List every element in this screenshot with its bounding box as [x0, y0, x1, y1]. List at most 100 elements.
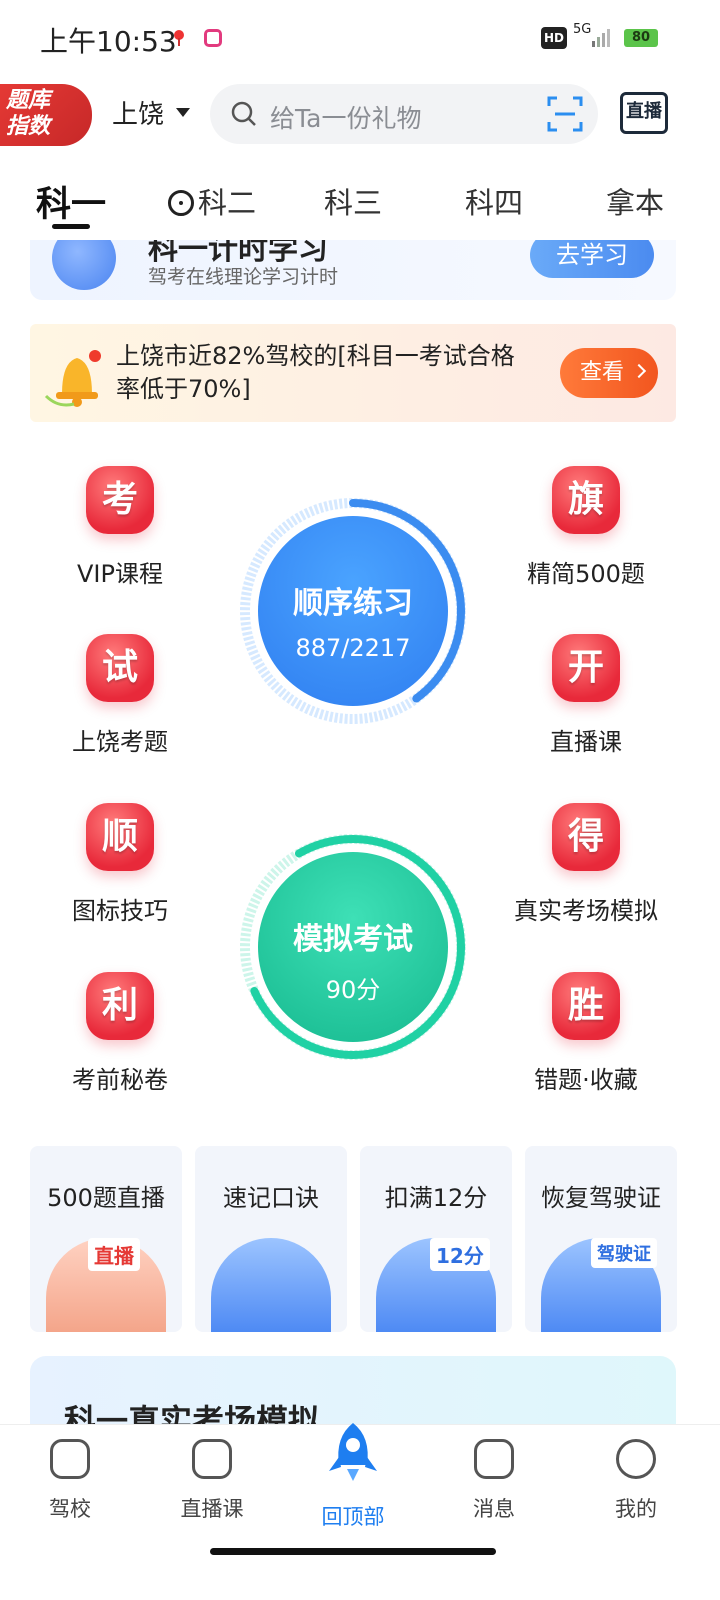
feature-label: VIP课程 [77, 560, 163, 588]
feature-vip-course[interactable]: 考 VIP课程 [30, 466, 210, 589]
tab-label: 驾校 [49, 1497, 91, 1521]
feature-label: 直播课 [550, 728, 622, 756]
scan-icon[interactable] [547, 96, 583, 132]
promo-title: 500题直播 [47, 1184, 165, 1212]
tab-get-license[interactable]: 拿本 [606, 180, 664, 222]
promo-tag: 驾驶证 [591, 1238, 657, 1268]
badge-shi-icon: 试 [86, 634, 154, 702]
feature-live-course[interactable]: 开 直播课 [496, 634, 676, 757]
feature-essential-500[interactable]: 旗 精简500题 [496, 466, 676, 589]
bell-icon [44, 350, 101, 407]
timer-icon [52, 240, 116, 290]
tab-subject-2-label: 科二 [198, 186, 257, 220]
promo-tag: 直播 [88, 1238, 140, 1271]
search-input[interactable]: 给Ta一份礼物 [270, 99, 421, 135]
question-bank-index-logo[interactable]: 题库 指数 [0, 84, 92, 146]
city-selector[interactable]: 上饶 [112, 94, 164, 131]
search-icon [231, 101, 256, 126]
tab-subject-2[interactable]: 科二 [168, 180, 256, 222]
feature-pre-exam-paper[interactable]: 利 考前秘卷 [30, 972, 210, 1095]
tab-label: 回顶部 [321, 1505, 385, 1529]
badge-kao-icon: 考 [86, 466, 154, 534]
active-tab-indicator [52, 224, 90, 229]
feature-label: 考前秘卷 [72, 1066, 168, 1094]
tab-subject-3[interactable]: 科三 [324, 180, 382, 222]
location-pin-icon [174, 30, 184, 46]
tv-icon [192, 1439, 232, 1479]
pass-rate-notice[interactable]: 上饶市近82%驾校的[科目一考试合格率低于70%] 查看 [30, 324, 676, 422]
sequential-practice-button[interactable]: 顺序练习 887/2217 [238, 496, 468, 726]
tab-subject-1[interactable]: 科一 [36, 176, 106, 227]
signal-icon [592, 29, 610, 47]
real-exam-sim-title: 科一真实考场模拟 [64, 1402, 321, 1426]
home-indicator[interactable] [210, 1548, 496, 1555]
tab-label: 消息 [473, 1497, 515, 1521]
search-bar[interactable]: 给Ta一份礼物 [210, 84, 598, 144]
tab-label: 直播课 [180, 1497, 244, 1521]
bottom-tab-bar: 驾校 直播课 回顶部 消息 我的 [0, 1423, 720, 1600]
exam-score: 90分 [325, 976, 381, 1004]
view-button-label: 查看 [580, 360, 625, 385]
app-notification-icon [204, 29, 222, 47]
rocket-icon [329, 1423, 377, 1481]
status-time: 上午10:53 [40, 25, 177, 58]
logo-line-2: 指数 [6, 114, 51, 139]
tab-mine[interactable]: 我的 [576, 1439, 696, 1523]
promo-restore-license[interactable]: 恢复驾驶证 驾驶证 [525, 1146, 677, 1332]
exam-title: 模拟考试 [293, 922, 413, 957]
logo-line-1: 题库 [6, 88, 51, 113]
subject-tabs: 科一 科二 科三 科四 拿本 [0, 170, 720, 240]
exam-circle: 模拟考试 90分 [258, 852, 448, 1042]
driving-school-icon [50, 1439, 90, 1479]
battery-icon: 80 [624, 29, 658, 47]
view-button[interactable]: 查看 [560, 348, 658, 398]
feature-label: 错题·收藏 [534, 1066, 638, 1094]
practice-progress: 887/2217 [295, 634, 411, 662]
badge-qi-icon: 旗 [552, 466, 620, 534]
feature-sign-tips[interactable]: 顺 图标技巧 [30, 803, 210, 926]
practice-circle: 顺序练习 887/2217 [258, 516, 448, 706]
profile-icon [616, 1439, 656, 1479]
status-bar: 上午10:53 HD 5G 80 [0, 0, 720, 76]
real-exam-sim-card[interactable]: 科一真实考场模拟 [30, 1356, 676, 1426]
promo-500-live[interactable]: 500题直播 直播 [30, 1146, 182, 1332]
reading-illustration-icon [211, 1238, 331, 1332]
feature-label: 精简500题 [527, 560, 645, 588]
promo-memory-tips[interactable]: 速记口诀 [195, 1146, 347, 1332]
mock-exam-button[interactable]: 模拟考试 90分 [238, 832, 468, 1062]
timed-study-card[interactable]: 科一计时学习 驾考在线理论学习计时 去学习 [30, 240, 676, 300]
go-study-button[interactable]: 去学习 [530, 240, 654, 278]
promo-title: 速记口诀 [223, 1184, 319, 1212]
badge-de-icon: 得 [552, 803, 620, 871]
network-label: 5G [573, 22, 592, 37]
notice-text: 上饶市近82%驾校的[科目一考试合格率低于70%] [116, 342, 515, 403]
steering-wheel-icon [168, 190, 194, 216]
promo-title: 扣满12分 [384, 1184, 488, 1212]
feature-label: 图标技巧 [72, 897, 168, 925]
live-tv-button[interactable]: 直播 [620, 92, 668, 134]
feature-local-questions[interactable]: 试 上饶考题 [30, 634, 210, 757]
practice-title: 顺序练习 [293, 586, 413, 621]
chevron-down-icon[interactable] [176, 108, 190, 117]
feature-real-exam-sim[interactable]: 得 真实考场模拟 [496, 803, 676, 926]
timed-study-subtitle: 驾考在线理论学习计时 [148, 266, 339, 288]
tab-label: 我的 [615, 1497, 657, 1521]
badge-sheng-icon: 胜 [552, 972, 620, 1040]
promo-12-points[interactable]: 扣满12分 12分 [360, 1146, 512, 1332]
promo-title: 恢复驾驶证 [541, 1184, 661, 1212]
badge-kai-icon: 开 [552, 634, 620, 702]
promo-tag: 12分 [430, 1238, 490, 1271]
feature-label: 真实考场模拟 [514, 897, 658, 925]
feature-mistakes-favorites[interactable]: 胜 错题·收藏 [496, 972, 676, 1095]
tab-driving-school[interactable]: 驾校 [10, 1439, 130, 1523]
tab-live-course[interactable]: 直播课 [152, 1439, 272, 1523]
tab-messages[interactable]: 消息 [434, 1439, 554, 1523]
chevron-right-icon [631, 363, 647, 379]
message-icon [474, 1439, 514, 1479]
badge-li-icon: 利 [86, 972, 154, 1040]
top-header: 题库 指数 上饶 给Ta一份礼物 直播 [0, 80, 720, 148]
tab-subject-4[interactable]: 科四 [465, 180, 523, 222]
tab-back-to-top[interactable]: 回顶部 [293, 1423, 413, 1531]
hd-icon: HD [541, 27, 567, 49]
badge-shun-icon: 顺 [86, 803, 154, 871]
